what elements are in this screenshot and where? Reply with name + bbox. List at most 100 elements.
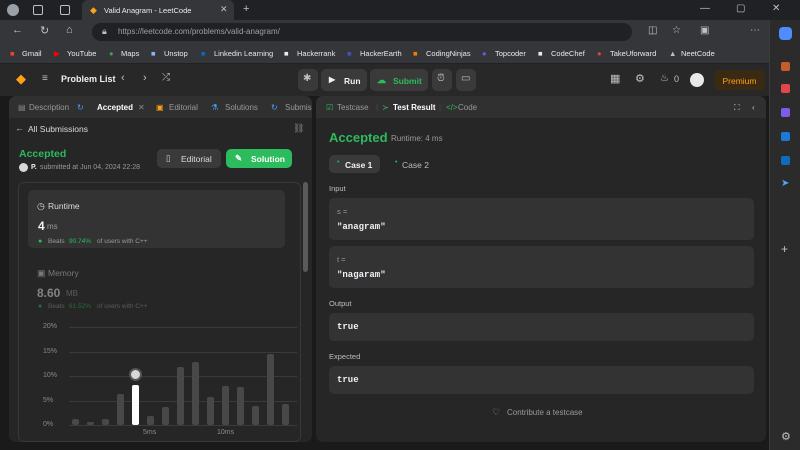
bookmark-codechef[interactable]: CodeChef — [551, 49, 585, 58]
solution-button[interactable]: ✎ Solution — [226, 149, 292, 168]
user-avatar-small — [19, 163, 28, 172]
chart-bar[interactable] — [282, 404, 289, 425]
chart-y-tick: 5% — [43, 396, 54, 404]
editorial-button[interactable]: ▯ Editorial — [157, 149, 221, 168]
memory-card[interactable]: ▣ Memory 8.60 MB ● Beats 61.52% of users… — [28, 257, 285, 313]
debug-button[interactable]: ✱ — [298, 69, 318, 91]
chart-bar[interactable] — [177, 366, 184, 425]
timer-button[interactable]: ⏰︎ — [432, 69, 452, 91]
clock-icon: ◷ — [37, 201, 45, 211]
tab-editorial[interactable]: Editorial — [169, 103, 198, 112]
bookmark-codingninjas[interactable]: CodingNinjas — [426, 49, 471, 58]
url-field[interactable]: 🔒︎ https://leetcode.com/problems/valid-a… — [92, 23, 632, 41]
tab-actions-icon[interactable] — [60, 5, 70, 15]
streak-fire-icon[interactable]: ♨ — [660, 73, 669, 84]
bookmark-takeuforward[interactable]: TakeUforward — [610, 49, 656, 58]
chart-bar[interactable] — [87, 422, 94, 425]
more-menu-icon[interactable]: ⋯ — [750, 25, 760, 36]
bookmark-unstop[interactable]: Unstop — [164, 49, 188, 58]
workspaces-icon[interactable] — [33, 5, 43, 15]
shopping-icon[interactable] — [781, 84, 790, 93]
heart-icon: ♡ — [492, 407, 501, 417]
leetcode-logo-icon[interactable]: ◆ — [16, 71, 26, 87]
case-1-tab[interactable]: • Case 1 — [329, 155, 380, 173]
back-arrow-icon[interactable]: ← — [12, 24, 23, 36]
chart-bar[interactable] — [222, 385, 229, 425]
outlook-icon[interactable] — [781, 156, 790, 165]
code-icon: </> — [446, 103, 458, 112]
all-submissions-link[interactable]: All Submissions — [28, 124, 88, 134]
chart-bar[interactable] — [162, 407, 169, 425]
user-avatar[interactable] — [690, 73, 704, 87]
bookmark-neetcode[interactable]: NeetCode — [681, 49, 715, 58]
problem-list-link[interactable]: Problem List — [61, 74, 116, 84]
tab-code[interactable]: Code — [458, 103, 477, 112]
tab-accepted[interactable]: Accepted — [97, 103, 133, 112]
share-link-icon[interactable]: ⛓ — [293, 123, 304, 134]
favorites-icon[interactable]: ☆ — [672, 25, 681, 36]
contribute-testcase-link[interactable]: ♡ Contribute a testcase — [492, 407, 592, 421]
split-screen-icon[interactable]: ◫ — [648, 25, 657, 36]
copilot-icon[interactable] — [779, 27, 792, 40]
add-sidebar-app-icon[interactable]: + — [781, 242, 788, 256]
close-window-icon[interactable]: ✕ — [772, 3, 780, 14]
run-button[interactable]: ▶ Run — [321, 69, 367, 91]
maximize-icon[interactable]: ▢ — [736, 3, 745, 14]
shuffle-icon[interactable]: ⤮ — [162, 72, 170, 83]
new-tab-icon[interactable]: + — [243, 3, 249, 15]
tab-testcase[interactable]: Testcase — [337, 103, 369, 112]
bookmark-topcoder[interactable]: Topcoder — [495, 49, 526, 58]
chart-bar[interactable] — [102, 419, 109, 425]
games-icon[interactable] — [781, 108, 790, 117]
bookmark-linkedin-learning[interactable]: Linkedin Learning — [214, 49, 273, 58]
prev-problem-icon[interactable]: ‹ — [121, 72, 125, 84]
home-icon[interactable]: ⌂ — [66, 24, 73, 36]
profile-avatar-icon[interactable] — [7, 4, 19, 16]
editorial-button-label: Editorial — [181, 154, 212, 164]
refresh-icon[interactable]: ↻ — [40, 24, 49, 37]
minimize-icon[interactable]: — — [700, 3, 710, 14]
runtime-card[interactable]: ◷ Runtime 4 ms ● Beats 90.74% of users w… — [28, 190, 285, 248]
browser-tab-active[interactable]: ◆ Valid Anagram - LeetCode ✕ — [82, 0, 234, 20]
premium-button[interactable]: Premium — [714, 70, 765, 90]
close-tab-icon[interactable]: ✕ — [220, 4, 228, 15]
expand-icon[interactable]: ⛶ — [734, 103, 740, 113]
tools-icon[interactable] — [781, 62, 790, 71]
send-icon[interactable]: ➤ — [781, 178, 789, 189]
close-tab-accepted-icon[interactable]: ✕ — [138, 103, 145, 112]
tab-submissions[interactable]: Submissions — [285, 103, 312, 112]
collections-icon[interactable]: ▣ — [700, 25, 709, 36]
back-arrow-icon[interactable]: ← — [15, 123, 24, 133]
browser-tab-strip: ◆ Valid Anagram - LeetCode ✕ + — ▢ ✕ — [0, 0, 800, 20]
collapse-panel-icon[interactable]: ‹ — [752, 103, 755, 112]
notes-button[interactable]: ▭ — [456, 69, 476, 91]
case-2-tab[interactable]: • Case 2 — [388, 155, 434, 173]
left-panel-scrollbar[interactable] — [303, 182, 308, 272]
chart-bar[interactable] — [117, 394, 124, 425]
next-problem-icon[interactable]: › — [143, 72, 147, 84]
chart-bar[interactable] — [147, 416, 154, 425]
solution-button-label: Solution — [251, 154, 285, 164]
bookmark-hackerearth[interactable]: HackerEarth — [360, 49, 402, 58]
tab-test-result[interactable]: Test Result — [393, 103, 436, 112]
runtime-distribution-chart[interactable]: 20% 15% 10% 5% 0% 5ms 10ms — [19, 323, 302, 442]
chart-bar[interactable] — [207, 396, 214, 425]
chart-bar[interactable] — [192, 362, 199, 425]
settings-gear-icon[interactable]: ⚙ — [635, 72, 645, 85]
chart-bar[interactable] — [237, 386, 244, 425]
chart-bar-highlighted[interactable] — [132, 385, 139, 425]
bookmark-hackerrank[interactable]: Hackerrank — [297, 49, 335, 58]
chart-bar[interactable] — [267, 353, 274, 425]
tab-description[interactable]: Description — [29, 103, 69, 112]
tab-solutions[interactable]: Solutions — [225, 103, 258, 112]
sidebar-settings-icon[interactable]: ⚙ — [781, 430, 791, 443]
layout-grid-icon[interactable]: ▦ — [610, 72, 620, 85]
bookmark-maps[interactable]: Maps — [121, 49, 139, 58]
chart-bar[interactable] — [252, 406, 259, 425]
microsoft365-icon[interactable] — [781, 132, 790, 141]
submit-button[interactable]: ☁ Submit — [370, 69, 428, 91]
bookmark-gmail[interactable]: Gmail — [22, 49, 42, 58]
submitter-name[interactable]: P. — [31, 164, 37, 171]
bookmark-youtube[interactable]: YouTube — [67, 49, 96, 58]
chart-bar[interactable] — [72, 419, 79, 425]
